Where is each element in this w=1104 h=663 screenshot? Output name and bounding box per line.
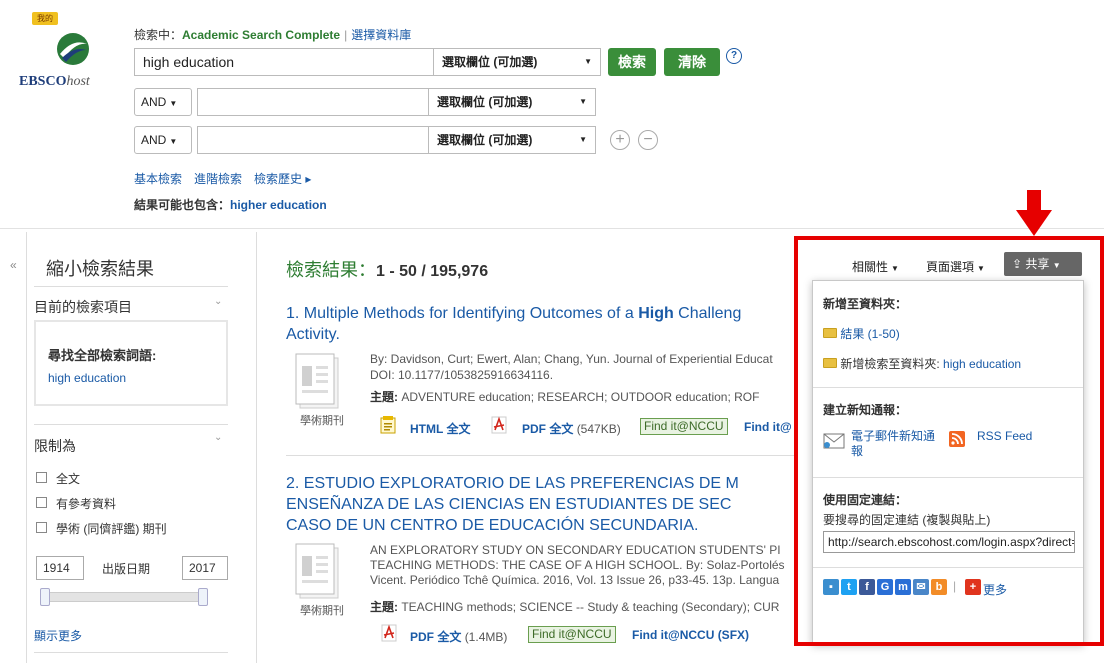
date-slider-start-handle[interactable] xyxy=(40,588,50,606)
date-slider-track[interactable] xyxy=(40,592,208,602)
html-fulltext-icon[interactable] xyxy=(380,416,396,434)
ebsco-logo-icon[interactable] xyxy=(56,32,90,66)
field-select-1[interactable]: 選取欄位 (可加選) ▼ xyxy=(433,48,601,76)
result-title-1[interactable]: 1. Multiple Methods for Identifying Outc… xyxy=(286,304,796,324)
basic-search-link[interactable]: 基本檢索 xyxy=(134,172,182,186)
full-text-checkbox[interactable] xyxy=(36,472,47,483)
remove-row-icon[interactable]: − xyxy=(638,130,658,150)
result-meta: By: Davidson, Curt; Ewert, Alan; Chang, … xyxy=(370,352,773,366)
database-name: Academic Search Complete xyxy=(182,28,341,42)
year-to-input[interactable]: 2017 xyxy=(182,556,228,580)
result-title-2-line3[interactable]: CASO DE UN CENTRO DE EDUCACIÓN SECUNDARI… xyxy=(286,516,699,536)
sidebar-divider xyxy=(26,232,27,663)
full-text-label: 全文 xyxy=(56,472,81,486)
date-slider-end-handle[interactable] xyxy=(198,588,208,606)
result-title-1-line2[interactable]: Activity. xyxy=(286,325,340,345)
journal-document-icon[interactable] xyxy=(294,352,344,410)
searching-database-line: 檢索中：Academic Search Complete | 選擇資料庫 xyxy=(134,28,412,42)
current-term-link[interactable]: high education xyxy=(48,371,126,385)
result-meta: TEACHING METHODS: THE CASE OF A HIGH SCH… xyxy=(370,558,785,572)
help-icon[interactable]: ? xyxy=(726,48,742,64)
search-term-input-1[interactable]: high education xyxy=(134,48,434,76)
results-count: 1 - 50 / 195,976 xyxy=(376,263,489,280)
chevron-down-icon: ▼ xyxy=(584,57,592,66)
peer-reviewed-label: 學術 (同儕評鑑) 期刊 xyxy=(56,522,167,536)
search-history-link[interactable]: 檢索歷史 ▸ xyxy=(254,172,311,186)
add-row-icon[interactable]: + xyxy=(610,130,630,150)
caret-down-icon: ▼ xyxy=(169,137,178,146)
find-all-label: 尋找全部檢索詞語: xyxy=(48,348,157,363)
result-subjects: 主題: TEACHING methods; SCIENCE -- Study &… xyxy=(370,600,780,614)
content-divider xyxy=(256,232,257,663)
boolean-select-2[interactable]: AND ▼ xyxy=(134,88,192,116)
references-label: 有參考資料 xyxy=(56,497,117,511)
boolean-select-3[interactable]: AND ▼ xyxy=(134,126,192,154)
caret-down-icon: ▼ xyxy=(169,99,178,108)
did-you-mean: 結果可能也包含：higher education xyxy=(134,198,327,212)
annotation-arrow-icon xyxy=(1016,190,1052,236)
results-header: 檢索結果：1 - 50 / 195,976 xyxy=(286,260,489,280)
publication-type-label: 學術期刊 xyxy=(300,605,344,617)
result-meta: AN EXPLORATORY STUDY ON SECONDARY EDUCAT… xyxy=(370,543,781,557)
result-title-2[interactable]: 2. ESTUDIO EXPLORATORIO DE LAS PREFERENC… xyxy=(286,474,796,494)
ebsco-logo-text[interactable]: EBSCOhost xyxy=(19,74,90,90)
journal-document-icon[interactable] xyxy=(294,542,344,600)
clear-button[interactable]: 清除 xyxy=(664,48,720,76)
peer-reviewed-checkbox[interactable] xyxy=(36,522,47,533)
choose-database-link[interactable]: 選擇資料庫 xyxy=(351,28,411,42)
header-divider xyxy=(0,228,1104,229)
divider xyxy=(34,652,228,653)
field-select-2[interactable]: 選取欄位 (可加選) ▼ xyxy=(428,88,596,116)
divider xyxy=(34,286,228,287)
my-ebsco-badge[interactable]: 我的 xyxy=(32,12,58,25)
find-it-sfx-link[interactable]: Find it@NCCU (SFX) xyxy=(632,628,749,642)
result-meta: Vicent. Periódico Tchê Química. 2016, Vo… xyxy=(370,573,780,587)
suggested-term-link[interactable]: higher education xyxy=(230,198,327,212)
find-it-sfx-link[interactable]: Find it@ xyxy=(744,420,792,434)
publication-type-label: 學術期刊 xyxy=(300,415,344,427)
show-more-link[interactable]: 顯示更多 xyxy=(34,627,82,644)
search-term-input-3[interactable] xyxy=(197,126,429,154)
result-divider xyxy=(286,455,796,456)
chevron-down-icon[interactable]: ⌄ xyxy=(214,432,222,443)
pdf-icon[interactable] xyxy=(380,624,398,642)
current-search-heading[interactable]: 目前的檢索項目 xyxy=(34,297,132,317)
chevron-down-icon: ▼ xyxy=(579,97,587,106)
sidebar-title: 縮小檢索結果 xyxy=(46,259,154,279)
field-select-3[interactable]: 選取欄位 (可加選) ▼ xyxy=(428,126,596,154)
chevron-down-icon: ▼ xyxy=(579,135,587,144)
pdf-fulltext-link[interactable]: PDF 全文 (1.4MB) xyxy=(410,628,507,645)
find-it-nccu-button[interactable]: Find it@NCCU xyxy=(528,626,616,643)
search-mode-links: 基本檢索 進階檢索 檢索歷史 ▸ xyxy=(134,170,323,187)
limit-to-heading[interactable]: 限制為 xyxy=(34,436,76,456)
find-it-nccu-button[interactable]: Find it@NCCU xyxy=(640,418,728,435)
year-from-input[interactable]: 1914 xyxy=(36,556,84,580)
html-fulltext-link[interactable]: HTML 全文 xyxy=(410,420,470,437)
divider xyxy=(34,424,228,425)
publication-date-label: 出版日期 xyxy=(102,562,151,576)
annotation-highlight-frame xyxy=(794,236,1104,646)
result-doi: DOI: 10.1177/1053825916634116. xyxy=(370,368,554,382)
result-subjects: 主題: ADVENTURE education; RESEARCH; OUTDO… xyxy=(370,390,760,404)
collapse-sidebar-icon[interactable]: « xyxy=(10,258,17,272)
advanced-search-link[interactable]: 進階檢索 xyxy=(194,172,242,186)
chevron-down-icon[interactable]: ⌄ xyxy=(214,296,222,307)
search-term-input-2[interactable] xyxy=(197,88,429,116)
search-button[interactable]: 檢索 xyxy=(608,48,656,76)
references-checkbox[interactable] xyxy=(36,497,47,508)
pdf-fulltext-link[interactable]: PDF 全文 (547KB) xyxy=(522,420,621,437)
pdf-icon[interactable] xyxy=(490,416,508,434)
result-title-2-line2[interactable]: ENSEÑANZA DE LAS CIENCIAS EN ESTUDIANTES… xyxy=(286,495,796,515)
